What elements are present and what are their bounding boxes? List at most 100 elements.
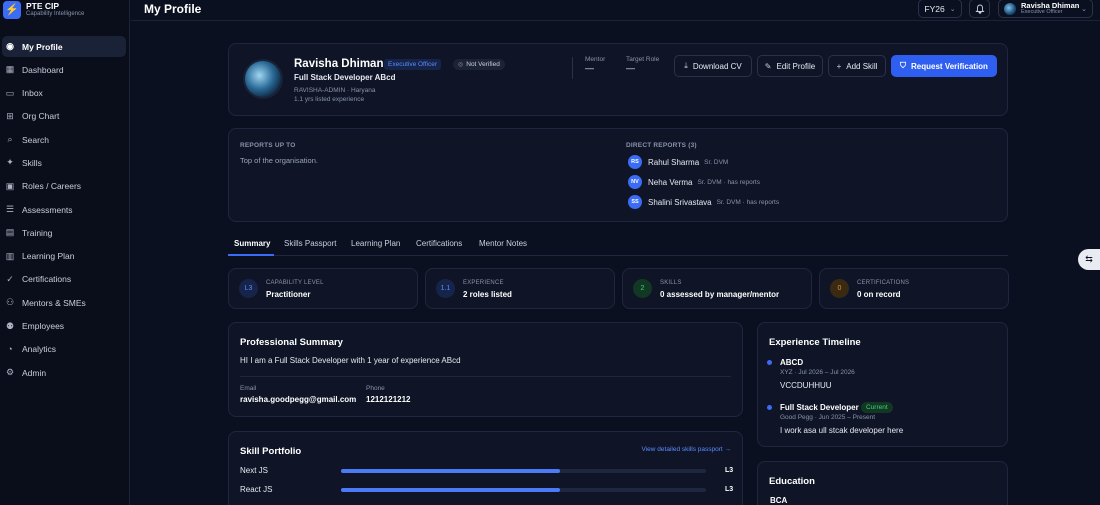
direct-report-item[interactable]: NV Neha Verma Sr. DVM · has reports [628, 175, 760, 189]
direct-report-item[interactable]: SS Shalini Srivastava Sr. DVM · has repo… [628, 195, 779, 209]
mentor-value: — [585, 63, 594, 73]
calendar-icon: ▥ [5, 250, 15, 261]
role-badge: Executive Officer [384, 59, 442, 70]
reporting-card: REPORTS UP TO Top of the organisation. D… [228, 128, 1008, 222]
sidebar-item-label: My Profile [22, 41, 63, 52]
user-menu[interactable]: Ravisha Dhiman Executive Officer ⌄ [998, 0, 1093, 18]
mentor-label: Mentor [585, 56, 606, 63]
avatar: NV [628, 175, 642, 189]
sidebar-item-org-chart[interactable]: ⊞ Org Chart [2, 106, 126, 127]
email-label: Email [240, 385, 257, 392]
tab-certifications[interactable]: Certifications [416, 239, 462, 248]
toggle-icon: ⇆ [1085, 254, 1093, 264]
stat-value: Practitioner [266, 290, 311, 299]
skill-progress-fill [341, 469, 560, 473]
user-role: Executive Officer [1021, 8, 1063, 15]
download-icon: ⤓ [684, 61, 688, 70]
skills-passport-link[interactable]: View detailed skills passport → [642, 446, 731, 453]
profile-name: Ravisha Dhiman [294, 58, 384, 70]
fiscal-year-select[interactable]: FY26 ⌄ [918, 0, 962, 18]
target-role-label: Target Role [626, 56, 660, 63]
sidebar-item-skills[interactable]: ✦ Skills [2, 152, 126, 173]
feedback-toggle-button[interactable]: ⇆ [1078, 249, 1100, 270]
summary-text: HI I am a Full Stack Developer with 1 ye… [240, 356, 461, 365]
sidebar-nav: ◉ My Profile ▦ Dashboard ▭ Inbox ⊞ Org Chart… [0, 36, 129, 383]
sidebar-item-label: Analytics [22, 344, 57, 355]
skill-progress-bar [341, 488, 706, 492]
shield-icon: ⛉ [900, 61, 907, 70]
tab-skills-passport[interactable]: Skills Passport [284, 239, 336, 248]
bell-icon[interactable] [969, 0, 990, 18]
card-title: Professional Summary [240, 337, 343, 348]
sidebar-item-label: Org Chart [22, 111, 60, 122]
target-role-meta: Target Role — [626, 56, 659, 73]
timeline-title: ABCD [780, 358, 804, 367]
sidebar-item-roles-careers[interactable]: ▣ Roles / Careers [2, 176, 126, 197]
professional-summary-card: Professional Summary HI I am a Full Stac… [228, 322, 743, 417]
sidebar-item-employees[interactable]: ⚉ Employees [2, 316, 126, 337]
timeline-title: Full Stack Developer [780, 403, 859, 412]
sidebar-item-my-profile[interactable]: ◉ My Profile [2, 36, 126, 57]
stat-badge: 0 [830, 279, 849, 298]
timeline-subtitle: XYZ · Jul 2026 – Jul 2026 [780, 369, 855, 376]
divider [240, 376, 731, 377]
sparkle-icon: ✦ [6, 157, 14, 168]
download-cv-button[interactable]: ⤓ Download CV [674, 55, 752, 77]
skill-progress-bar [341, 469, 706, 473]
sidebar-item-label: Skills [22, 157, 42, 168]
direct-report-item[interactable]: RS Rahul Sharma Sr. DVM [628, 155, 728, 169]
chevron-down-icon: ⌄ [949, 5, 956, 13]
mentor-meta: Mentor — [585, 56, 605, 73]
stat-certifications: 0 CERTIFICATIONS 0 on record [819, 268, 1009, 309]
sidebar-item-label: Inbox [22, 88, 43, 99]
user-name: Ravisha Dhiman [1021, 0, 1080, 10]
direct-report-name: Rahul Sharma [648, 157, 700, 167]
book-icon: ▤ [5, 227, 15, 238]
sidebar-item-certifications[interactable]: ✓ Certifications [2, 269, 126, 290]
avatar [1004, 2, 1016, 15]
sidebar-item-mentors-smes[interactable]: ⚇ Mentors & SMEs [2, 292, 126, 313]
sidebar-item-search[interactable]: ⌕ Search [2, 129, 126, 150]
reports-up-label: REPORTS UP TO [240, 142, 296, 149]
direct-report-role: Sr. DVM · has reports [697, 178, 760, 186]
tab-mentor-notes[interactable]: Mentor Notes [479, 239, 527, 248]
reports-up-text: Top of the organisation. [240, 156, 318, 165]
active-tab-indicator [228, 254, 274, 256]
sidebar-item-label: Admin [22, 367, 47, 378]
sidebar-item-label: Dashboard [22, 64, 64, 75]
add-skill-button[interactable]: + Add Skill [828, 55, 886, 77]
sidebar-item-admin[interactable]: ⚙ Admin [2, 362, 126, 383]
profile-avatar [245, 61, 281, 97]
avatar: RS [628, 155, 642, 169]
brand[interactable]: ⚡ PTE CIP Capability Intelligence [0, 0, 129, 19]
sidebar-item-learning-plan[interactable]: ▥ Learning Plan [2, 246, 126, 267]
sidebar-item-training[interactable]: ▤ Training [2, 222, 126, 243]
sidebar-item-label: Roles / Careers [22, 181, 82, 192]
email-value: ravisha.goodpegg@gmail.com [240, 395, 357, 404]
timeline-subtitle: Good Pegg · Jun 2025 – Present [780, 414, 876, 421]
tab-learning-plan[interactable]: Learning Plan [351, 239, 400, 248]
sidebar-item-label: Certifications [22, 274, 72, 285]
sidebar-item-analytics[interactable]: ◔ Analytics [2, 339, 126, 360]
experience-timeline-card: Experience Timeline ABCD XYZ · Jul 2026 … [757, 322, 1008, 447]
sidebar-item-label: Mentors & SMEs [22, 297, 86, 308]
users-icon: ⚇ [5, 297, 15, 308]
skill-name: React JS [240, 485, 273, 494]
tab-summary[interactable]: Summary [234, 239, 270, 248]
target-role-value: — [626, 63, 635, 73]
sidebar-item-assessments[interactable]: ☰ Assessments [2, 199, 126, 220]
pencil-icon: ✎ [764, 61, 772, 71]
download-cv-label: Download CV [692, 61, 742, 71]
stat-label: CERTIFICATIONS [857, 280, 910, 286]
request-verification-button[interactable]: ⛉ Request Verification [891, 55, 997, 77]
briefcase-icon: ▣ [5, 180, 15, 191]
stat-skills: 2 SKILLS 0 assessed by manager/mentor [622, 268, 812, 309]
stat-value: 2 roles listed [463, 290, 512, 299]
skill-name: Next JS [240, 466, 269, 475]
edit-profile-button[interactable]: ✎ Edit Profile [757, 55, 823, 77]
sidebar-item-dashboard[interactable]: ▦ Dashboard [2, 59, 126, 80]
stat-value: 0 on record [857, 290, 901, 299]
brand-title: PTE CIP [26, 0, 60, 11]
sidebar-item-inbox[interactable]: ▭ Inbox [2, 83, 126, 104]
sidebar-item-label: Search [22, 134, 49, 145]
